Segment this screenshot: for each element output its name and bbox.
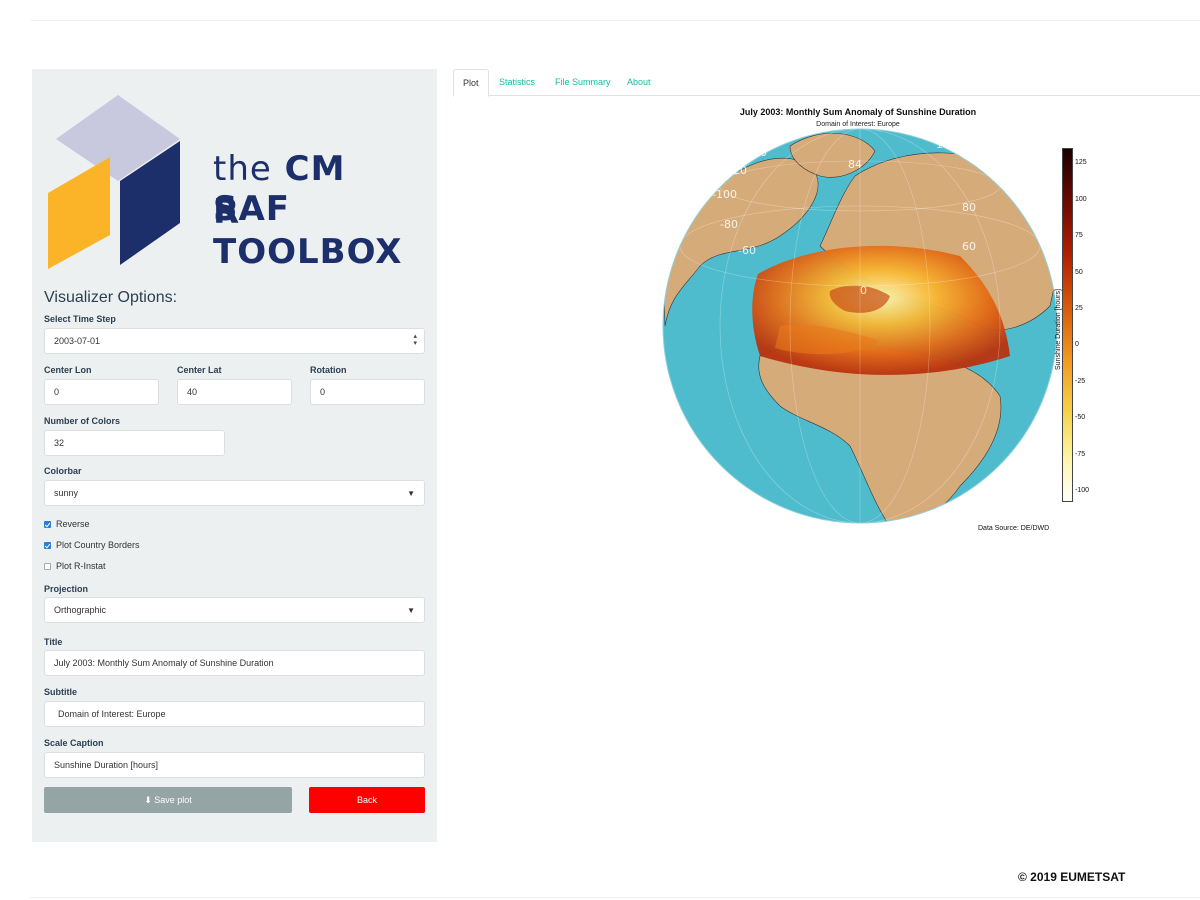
reverse-label: Reverse (56, 519, 90, 529)
visualizer-options-heading: Visualizer Options: (44, 289, 178, 306)
bottom-divider (30, 897, 1200, 898)
save-plot-label: Save plot (154, 795, 192, 805)
logo-title-line2: R TOOLBOX (213, 192, 403, 272)
save-plot-button[interactable]: ⬇ Save plot (44, 787, 292, 813)
updown-arrows-icon: ▴ ▾ (413, 333, 417, 347)
projection-label: Projection (44, 584, 89, 594)
projection-value: Orthographic (54, 605, 107, 615)
num-colors-label: Number of Colors (44, 416, 121, 426)
colorbar-value: sunny (54, 488, 79, 498)
colorbar-caption: Sunshine Duration [hours] (1055, 289, 1062, 370)
projection-select[interactable]: Orthographic ▼ (44, 597, 425, 623)
top-divider (30, 20, 1200, 21)
country-borders-checkbox[interactable]: Plot Country Borders (44, 540, 140, 550)
reverse-checkbox[interactable]: Reverse (44, 519, 90, 529)
subtitle-input[interactable]: Domain of Interest: Europe (44, 701, 425, 727)
num-colors-input[interactable]: 32 (44, 430, 225, 456)
r-instat-label: Plot R-Instat (56, 561, 106, 571)
scale-caption-label: Scale Caption (44, 738, 104, 748)
graticule-label: -100 (712, 188, 737, 201)
graticule-label: 0 (860, 284, 867, 297)
colorbar-tick: 25 (1075, 305, 1083, 312)
graticule-label: 84 (848, 158, 862, 171)
graticule-label: -60 (738, 244, 756, 257)
r-instat-checkbox[interactable]: Plot R-Instat (44, 561, 106, 571)
center-lon-label: Center Lon (44, 365, 92, 375)
tab-about[interactable]: About (627, 69, 651, 96)
graticule-label: -120 (722, 164, 747, 177)
graticule-label: 80 (962, 201, 976, 214)
colorbar-tick: -25 (1075, 378, 1086, 385)
center-lat-input[interactable]: 40 (177, 379, 292, 405)
colorbar-tick: 75 (1075, 232, 1083, 239)
cube-logo-icon (48, 95, 180, 269)
checkbox-checked-icon (44, 542, 51, 549)
colorbar-tick: -100 (1075, 487, 1090, 494)
tab-file-summary[interactable]: File Summary (555, 69, 611, 96)
orthographic-globe-map: -140 -120 -100 -80 -60 84 140 80 60 0 (662, 128, 1058, 524)
checkbox-unchecked-icon (44, 563, 51, 570)
colorbar-tick: -75 (1075, 451, 1086, 458)
rotation-input[interactable]: 0 (310, 379, 425, 405)
visualizer-sidebar: the CM SAF R TOOLBOX Visualizer Options:… (32, 69, 437, 842)
subtitle-label: Subtitle (44, 687, 77, 697)
colorbar-tick: 0 (1075, 341, 1079, 348)
rotation-label: Rotation (310, 365, 347, 375)
colorbar-select[interactable]: sunny ▼ (44, 480, 425, 506)
copyright-notice: © 2019 EUMETSAT (1018, 870, 1126, 884)
center-lat-label: Center Lat (177, 365, 222, 375)
colorbar-tick: -50 (1075, 414, 1086, 421)
graticule-label: -80 (720, 218, 738, 231)
checkbox-checked-icon (44, 521, 51, 528)
download-icon: ⬇ (144, 795, 152, 805)
caret-down-icon: ▼ (407, 606, 415, 615)
cm-saf-logo: the CM SAF R TOOLBOX (48, 89, 428, 279)
colorbar-tick: 125 (1075, 159, 1087, 166)
center-lon-input[interactable]: 0 (44, 379, 159, 405)
back-button[interactable]: Back (309, 787, 425, 813)
colorbar-tick: 50 (1075, 269, 1083, 276)
caret-down-icon: ▼ (407, 489, 415, 498)
graticule-label: 60 (962, 240, 976, 253)
country-borders-label: Plot Country Borders (56, 540, 140, 550)
colorbar-scale (1062, 148, 1073, 502)
colorbar-label: Colorbar (44, 466, 82, 476)
main-tabs: Plot Statistics File Summary About (453, 69, 1200, 97)
tab-plot[interactable]: Plot (453, 69, 489, 97)
title-label: Title (44, 637, 63, 647)
scale-caption-input[interactable]: Sunshine Duration [hours] (44, 752, 425, 778)
time-step-select[interactable]: 2003-07-01 ▴ ▾ (44, 328, 425, 354)
graticule-label: 140 (936, 138, 957, 151)
colorbar-tick: 100 (1075, 196, 1087, 203)
title-input[interactable]: July 2003: Monthly Sum Anomaly of Sunshi… (44, 650, 425, 676)
data-source-note: Data Source: DE/DWD (978, 525, 1050, 532)
time-step-value: 2003-07-01 (54, 336, 101, 346)
plot-title: July 2003: Monthly Sum Anomaly of Sunshi… (739, 107, 977, 117)
graticule-label: -140 (742, 146, 767, 159)
time-step-label: Select Time Step (44, 314, 116, 324)
tab-statistics[interactable]: Statistics (499, 69, 535, 96)
